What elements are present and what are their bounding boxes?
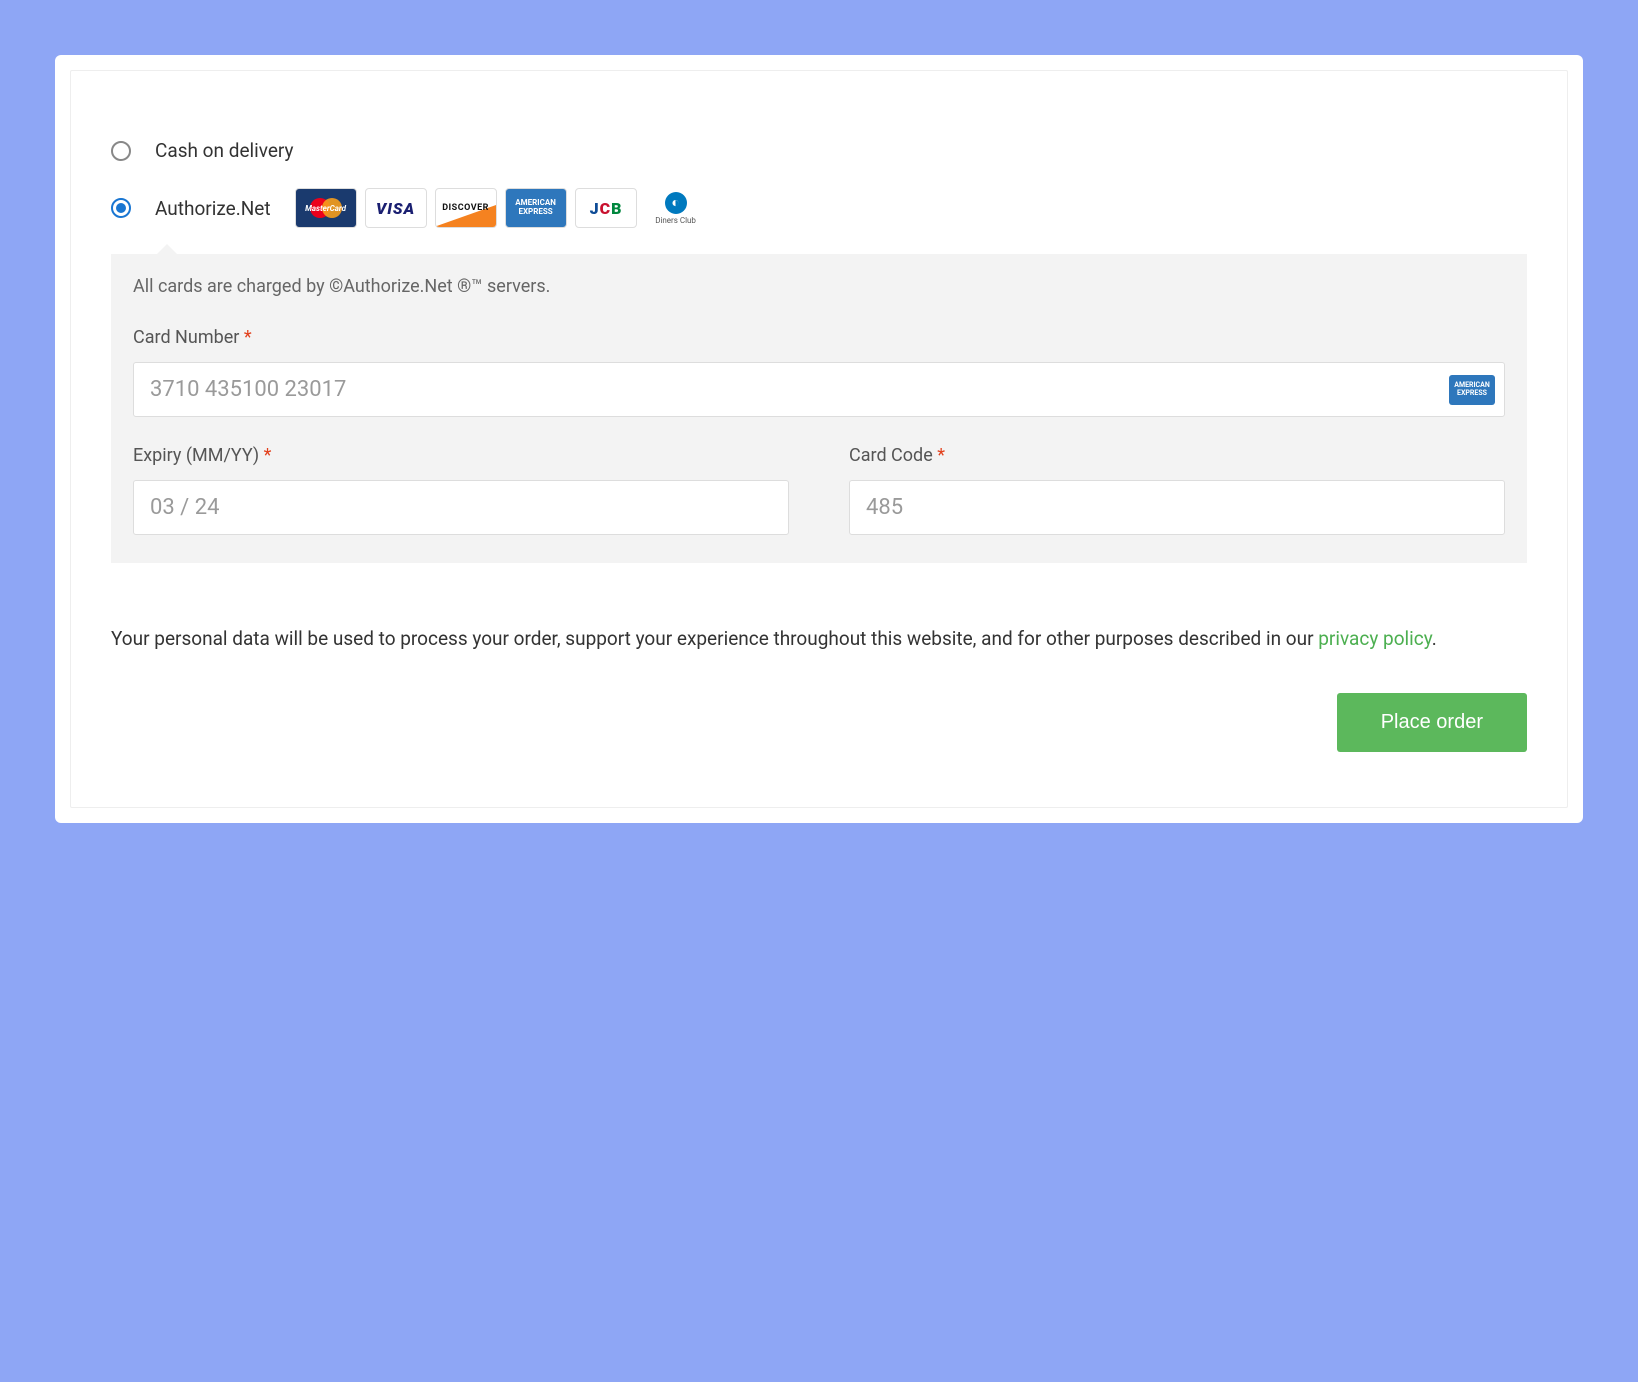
checkout-inner: Cash on delivery Authorize.Net MasterCar…: [70, 70, 1568, 808]
payment-option-cod[interactable]: Cash on delivery: [111, 131, 1527, 180]
required-icon: *: [244, 327, 252, 348]
payment-label-authnet: Authorize.Net: [155, 197, 271, 220]
mastercard-icon: MasterCard: [295, 188, 357, 228]
card-number-input[interactable]: [133, 362, 1505, 417]
disclaimer-text: Your personal data will be used to proce…: [111, 627, 1318, 650]
expiry-label: Expiry (MM/YY) *: [133, 445, 789, 466]
card-logos: MasterCard VISA DISCOVER AMERICAN EXPRES…: [295, 188, 707, 228]
disclaimer-tail: .: [1432, 627, 1437, 650]
required-icon: *: [264, 445, 272, 466]
expiry-code-row: Expiry (MM/YY) * Card Code *: [133, 445, 1505, 535]
radio-cod[interactable]: [111, 141, 131, 161]
jcb-icon: JCB: [575, 188, 637, 228]
radio-authnet[interactable]: [111, 198, 131, 218]
checkout-card: Cash on delivery Authorize.Net MasterCar…: [55, 55, 1583, 823]
card-code-group: Card Code *: [849, 445, 1505, 535]
card-code-input[interactable]: [849, 480, 1505, 535]
actions-row: Place order: [111, 693, 1527, 752]
visa-icon: VISA: [365, 188, 427, 228]
payment-label-cod: Cash on delivery: [155, 139, 294, 162]
card-number-input-wrap: AMERICAN EXPRESS: [133, 362, 1505, 417]
place-order-button[interactable]: Place order: [1337, 693, 1527, 752]
privacy-policy-link[interactable]: privacy policy: [1318, 627, 1431, 650]
expiry-group: Expiry (MM/YY) *: [133, 445, 789, 535]
payment-details-panel: All cards are charged by ©Authorize.Net …: [111, 254, 1527, 563]
discover-icon: DISCOVER: [435, 188, 497, 228]
diners-icon: ◐Diners Club: [645, 188, 707, 228]
card-number-group: Card Number * AMERICAN EXPRESS: [133, 327, 1505, 417]
card-number-label: Card Number *: [133, 327, 1505, 348]
payment-info-text: All cards are charged by ©Authorize.Net …: [133, 276, 1505, 297]
card-code-label: Card Code *: [849, 445, 1505, 466]
expiry-input[interactable]: [133, 480, 789, 535]
detected-card-brand-icon: AMERICAN EXPRESS: [1449, 375, 1495, 405]
privacy-disclaimer: Your personal data will be used to proce…: [111, 623, 1527, 655]
required-icon: *: [937, 445, 945, 466]
payment-methods: Cash on delivery Authorize.Net MasterCar…: [111, 131, 1527, 246]
payment-option-authnet[interactable]: Authorize.Net MasterCard VISA DISCOVER A…: [111, 180, 1527, 246]
amex-icon: AMERICAN EXPRESS: [505, 188, 567, 228]
